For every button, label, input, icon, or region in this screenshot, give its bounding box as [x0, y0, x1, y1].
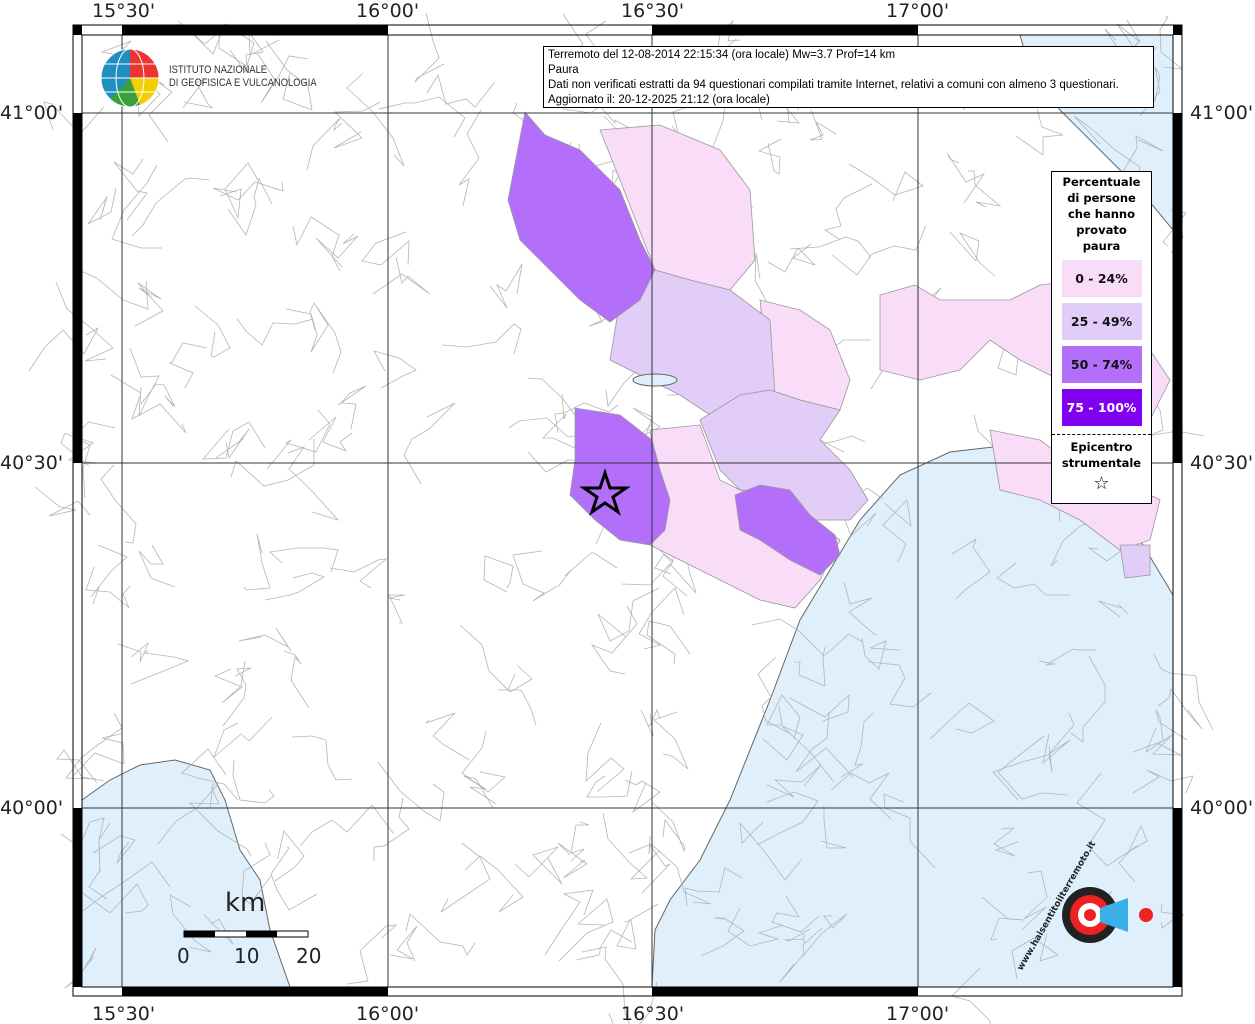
legend-title-line: che hanno	[1067, 207, 1136, 221]
lat-label-right: 40°00'	[1190, 797, 1254, 819]
legend-star-icon: ☆	[1093, 473, 1110, 494]
lat-label-right: 40°30'	[1190, 452, 1254, 474]
data-note: Dati non verificati estratti da 94 quest…	[548, 79, 1119, 91]
lat-label-left: 40°30'	[0, 452, 64, 474]
legend-class-0-24: 0 - 24%	[1061, 260, 1142, 297]
scale-bar	[183, 930, 309, 938]
parameter-name: Paura	[548, 64, 579, 76]
legend-epicenter-line: Epicentro	[1070, 440, 1133, 454]
lat-label-right: 41°00'	[1190, 102, 1254, 124]
ingv-name-line2: DI GEOFISICA E VULCANOLOGIA	[169, 77, 317, 89]
event-title: Terremoto del 12-08-2014 22:15:34 (ora l…	[548, 49, 896, 61]
legend-title-line: di persone	[1067, 191, 1136, 205]
legend-class-25-49: 25 - 49%	[1061, 303, 1142, 340]
legend-title: Percentuale di persone che hanno provato…	[1052, 174, 1151, 254]
ingv-globe-icon	[100, 48, 160, 108]
muni-25-49	[1119, 544, 1151, 579]
lake	[632, 373, 678, 387]
intensity-map: 15°30' 16°00' 16°30' 17°00' 15°30' 16°00…	[0, 0, 1255, 1024]
scale-tick: 20	[296, 944, 322, 968]
legend-class-50-74: 50 - 74%	[1061, 346, 1142, 383]
legend-epicenter-line: strumentale	[1061, 456, 1142, 470]
lat-label-left: 40°00'	[0, 797, 64, 819]
legend-title-line: provato	[1076, 223, 1127, 237]
scale-tick: 10	[234, 944, 260, 968]
lon-label-bottom: 16°00'	[356, 1003, 420, 1024]
lon-label-top: 17°00'	[886, 0, 950, 22]
ingv-name-line1: ISTITUTO NAZIONALE	[169, 64, 268, 76]
legend-title-line: paura	[1082, 239, 1121, 253]
update-time: Aggiornato il: 20-12-2025 21:12 (ora loc…	[548, 94, 770, 106]
legend-class-75-100: 75 - 100%	[1061, 389, 1142, 426]
lon-label-bottom: 17°00'	[886, 1003, 950, 1024]
legend-divider	[1052, 434, 1151, 435]
scale-tick: 0	[177, 944, 190, 968]
ingv-logo-text: ISTITUTO NAZIONALE DI GEOFISICA E VULCAN…	[169, 64, 317, 90]
map-canvas	[28, 12, 1214, 1024]
lon-label-top: 16°30'	[621, 0, 685, 22]
scale-unit: km	[225, 888, 266, 918]
legend: Percentuale di persone che hanno provato…	[1051, 171, 1152, 504]
event-info-box: Terremoto del 12-08-2014 22:15:34 (ora l…	[543, 46, 1154, 108]
lon-label-top: 15°30'	[92, 0, 156, 22]
legend-epicenter-label: Epicentro strumentale	[1052, 439, 1151, 471]
lat-label-left: 41°00'	[0, 102, 64, 124]
legend-title-line: Percentuale	[1062, 175, 1141, 189]
lon-label-top: 16°00'	[356, 0, 420, 22]
lon-label-bottom: 16°30'	[621, 1003, 685, 1024]
lon-label-bottom: 15°30'	[92, 1003, 156, 1024]
